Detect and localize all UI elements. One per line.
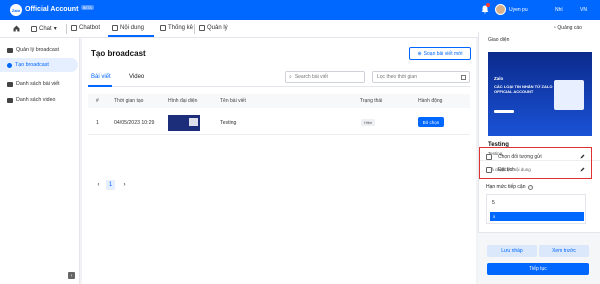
prev-page-icon[interactable]: ‹ <box>94 180 103 190</box>
nav-stats[interactable]: Thống kê <box>160 25 193 31</box>
action-bar: Lưu nháp Xem trước Tiếp tục <box>478 232 600 284</box>
search-input[interactable]: ⌕ Search bài viết <box>285 71 365 83</box>
continue-button[interactable]: Tiếp tục <box>487 263 589 275</box>
compose-article-button[interactable]: ⊕ Soạn bài viết mới <box>409 47 471 60</box>
user-name[interactable]: Uyen pu <box>509 7 528 13</box>
nav-chat[interactable]: Chat ▾ <box>31 25 57 32</box>
edit-icon[interactable] <box>580 167 585 172</box>
brand-name: Official Account <box>25 6 79 13</box>
nav-manage[interactable]: Quản lý <box>199 25 228 31</box>
region-selector[interactable]: VN <box>580 7 587 13</box>
main-content: Tạo broadcast ⊕ Soạn bài viết mới Bài vi… <box>82 38 476 284</box>
avatar[interactable] <box>495 4 506 15</box>
search-icon: ⌕ <box>289 74 292 80</box>
next-page-icon[interactable]: › <box>120 180 129 190</box>
top-bar: Zalo Official Account BETA Uyen pu Nhí V… <box>0 0 600 20</box>
language-selector[interactable]: Nhí <box>555 7 563 13</box>
option-schedule[interactable]: Đặt lịch <box>486 165 591 174</box>
status-badge: Hiện <box>361 119 376 126</box>
video-icon <box>7 97 13 103</box>
options-highlight: Chọn đối tượng gửi Đặt lịch <box>479 147 592 179</box>
document-icon <box>7 81 13 87</box>
chat-icon <box>31 25 37 32</box>
megaphone-icon <box>7 47 13 53</box>
tab-articles[interactable]: Bài viết <box>91 74 111 80</box>
sidebar: Quản lý broadcast Tạo broadcast Danh sác… <box>0 38 80 284</box>
sidebar-item-videos[interactable]: Danh sách video <box>0 93 80 107</box>
home-icon[interactable] <box>13 25 20 32</box>
plus-circle-icon <box>7 62 12 68</box>
page-title: Tạo broadcast <box>91 49 146 58</box>
active-tab-indicator <box>88 85 112 87</box>
ads-link[interactable]: ◔ Quảng cáo <box>553 25 582 31</box>
date-filter[interactable]: Lọc theo thời gian <box>372 71 470 83</box>
reach-bar: 5 <box>490 212 584 221</box>
grid-icon <box>199 25 205 31</box>
table-header: # Thời gian tạo Hình đại diện Tên bài vi… <box>88 94 470 108</box>
deselect-button[interactable]: Bỏ chọn <box>418 117 444 127</box>
notification-badge <box>486 3 490 7</box>
preview-illustration <box>554 80 584 110</box>
page-1[interactable]: 1 <box>106 180 115 190</box>
checkbox[interactable] <box>486 153 492 160</box>
plus-icon: ⊕ <box>417 50 422 57</box>
article-thumbnail <box>168 115 200 131</box>
zalo-logo[interactable]: Zalo <box>10 4 22 16</box>
stats-icon <box>160 25 166 31</box>
calendar-icon <box>461 75 466 80</box>
sidebar-item-manage-broadcast[interactable]: Quản lý broadcast <box>0 43 80 57</box>
nav-active-indicator <box>108 35 154 37</box>
table-row[interactable]: 1 04/05/2023 10:29 Testing Hiện Bỏ chọn <box>88 111 470 135</box>
collapse-sidebar-icon[interactable]: ‹ <box>68 272 75 279</box>
sidebar-item-create-broadcast[interactable]: Tạo broadcast <box>0 58 78 72</box>
section-label: Giao diện <box>488 37 510 43</box>
edit-icon[interactable] <box>580 154 585 159</box>
info-icon[interactable]: ? <box>528 184 534 190</box>
preview-button[interactable]: Xem trước <box>539 245 589 257</box>
checkbox[interactable] <box>486 166 492 173</box>
content-icon <box>112 25 118 31</box>
article-preview: Zalo CÁC LOẠI TIN NHẮN TỪ ZALO OFFICIAL … <box>488 52 592 136</box>
beta-badge: BETA <box>81 5 94 10</box>
save-draft-button[interactable]: Lưu nháp <box>487 245 537 257</box>
chatbot-icon <box>71 25 77 31</box>
option-select-audience[interactable]: Chọn đối tượng gửi <box>486 152 591 161</box>
nav-content[interactable]: Nội dung <box>112 25 144 31</box>
reach-limit-label: Hạn mức tiếp cận ? <box>486 184 534 190</box>
tab-videos[interactable]: Video <box>129 74 144 80</box>
reach-limit-box: 5 5 <box>486 194 586 224</box>
sidebar-item-articles[interactable]: Danh sách bài viết <box>0 77 80 91</box>
nav-chatbot[interactable]: Chatbot <box>71 25 100 31</box>
